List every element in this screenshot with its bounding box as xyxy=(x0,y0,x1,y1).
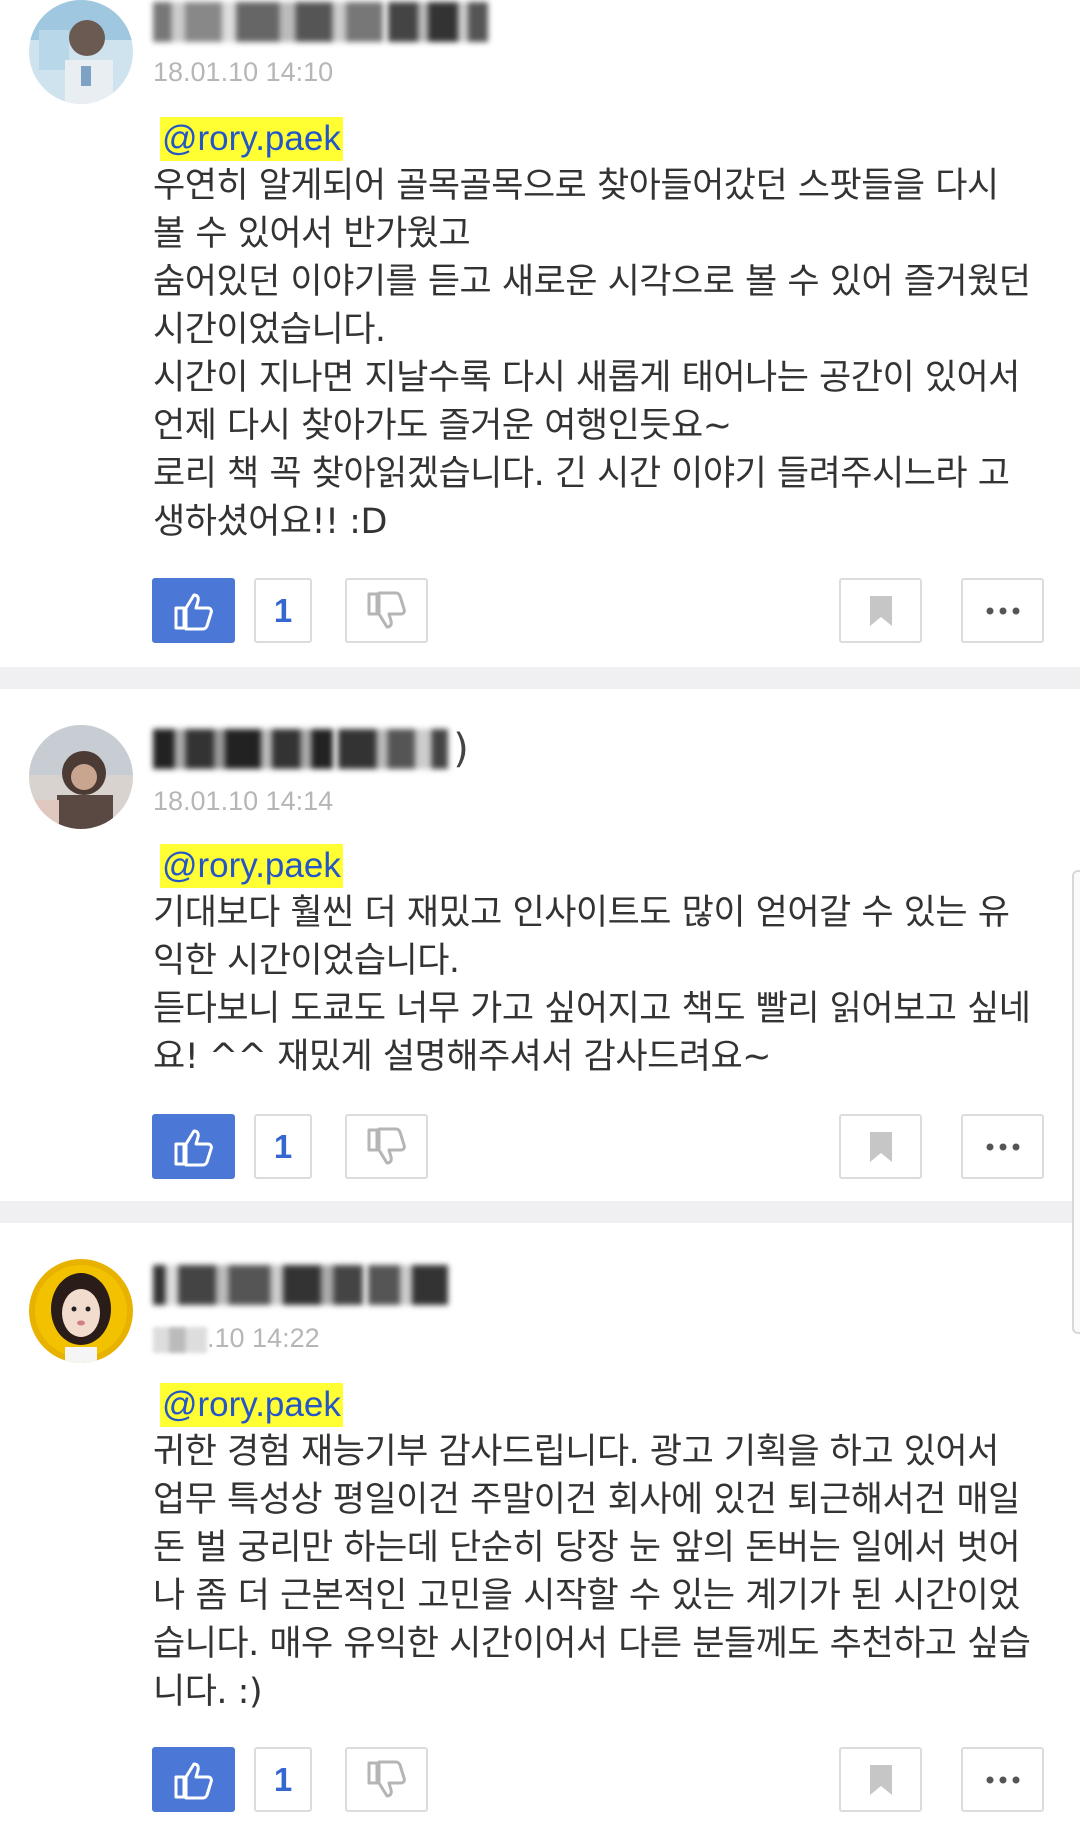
thumbs-up-icon xyxy=(174,1762,213,1799)
comment-text: 귀한 경험 재능기부 감사드립니다. 광고 기획을 하고 있어서 업무 특성상 … xyxy=(153,1432,1031,1712)
author-name-redacted xyxy=(153,1265,363,1305)
dislike-button[interactable] xyxy=(345,578,428,643)
like-button[interactable] xyxy=(152,578,235,643)
more-icon xyxy=(986,607,1019,614)
comment-text: 기대보다 훨씬 더 재밌고 인사이트도 많이 얻어갈 수 있는 유 익한 시간이… xyxy=(153,893,1031,1077)
bookmark-button[interactable] xyxy=(839,1747,922,1812)
bookmark-icon xyxy=(869,1131,892,1162)
comment-list: 18.01.10 14:10 @rory.paek 우연히 알게되어 골목골목으… xyxy=(0,0,1080,1826)
comment-date: 18.01.10 14:10 xyxy=(153,57,334,87)
like-count: 1 xyxy=(254,1747,312,1812)
dislike-button[interactable] xyxy=(345,1747,428,1812)
thumbs-down-icon xyxy=(367,1127,406,1164)
avatar[interactable] xyxy=(29,1259,133,1363)
thumbs-up-icon xyxy=(174,593,213,630)
scrollbar[interactable] xyxy=(1072,870,1080,1334)
comment-divider xyxy=(0,667,1080,689)
author-name-redacted xyxy=(153,729,333,769)
author-name-redacted xyxy=(153,2,383,42)
like-button[interactable] xyxy=(152,1114,235,1179)
avatar[interactable] xyxy=(29,725,133,829)
author-name-redacted xyxy=(388,2,489,42)
more-button[interactable] xyxy=(961,1114,1044,1179)
comment-item: ) 18.01.10 14:14 @rory.paek 기대보다 훨씬 더 재밌… xyxy=(0,689,1080,1200)
author-name[interactable] xyxy=(153,2,533,46)
bookmark-icon xyxy=(869,1764,892,1795)
comment-divider xyxy=(0,1201,1080,1223)
mention-tag[interactable]: @rory.paek xyxy=(160,117,343,161)
author-name-redacted xyxy=(338,729,449,769)
bookmark-button[interactable] xyxy=(839,1114,922,1179)
author-name-paren: ) xyxy=(453,726,469,772)
thumbs-down-icon xyxy=(367,591,406,628)
mention-tag[interactable]: @rory.paek xyxy=(160,844,343,888)
like-button[interactable] xyxy=(152,1747,235,1812)
comment-item: .10 14:22 @rory.paek 귀한 경험 재능기부 감사드립니다. … xyxy=(0,1223,1080,1826)
author-name[interactable]: ) xyxy=(153,726,533,772)
comment-date: .10 14:22 xyxy=(153,1323,320,1354)
like-count: 1 xyxy=(254,1114,312,1179)
comment-date: 18.01.10 14:14 xyxy=(153,786,334,816)
thumbs-up-icon xyxy=(174,1129,213,1166)
comment-text: 우연히 알게되어 골목골목으로 찾아들어갔던 스팟들을 다시 볼 수 있어서 반… xyxy=(153,166,1031,542)
dislike-button[interactable] xyxy=(345,1114,428,1179)
mention-tag[interactable]: @rory.paek xyxy=(160,1383,343,1427)
thumbs-down-icon xyxy=(367,1760,406,1797)
avatar[interactable] xyxy=(29,0,133,104)
more-button[interactable] xyxy=(961,1747,1044,1812)
date-redacted xyxy=(153,1326,207,1353)
bookmark-icon xyxy=(869,595,892,626)
comment-item: 18.01.10 14:10 @rory.paek 우연히 알게되어 골목골목으… xyxy=(0,0,1080,667)
like-count: 1 xyxy=(254,578,312,643)
author-name[interactable] xyxy=(153,1265,533,1309)
more-icon xyxy=(986,1143,1019,1150)
more-button[interactable] xyxy=(961,578,1044,643)
bookmark-button[interactable] xyxy=(839,578,922,643)
more-icon xyxy=(986,1776,1019,1783)
comment-date-visible: .10 14:22 xyxy=(207,1323,320,1353)
author-name-redacted xyxy=(368,1265,449,1305)
